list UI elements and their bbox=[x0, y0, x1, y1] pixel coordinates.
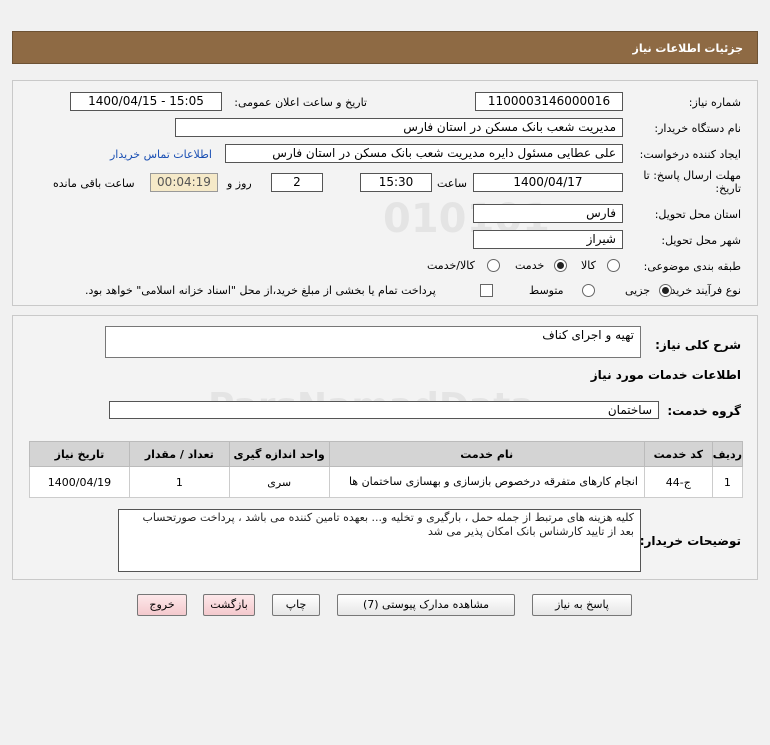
buyer-org-field: مدیریت شعب بانک مسکن در استان فارس bbox=[175, 118, 623, 137]
time-remaining-label: ساعت باقی مانده bbox=[53, 177, 135, 190]
reply-button[interactable]: پاسخ به نیاز bbox=[532, 594, 632, 616]
category-radio-goods[interactable] bbox=[607, 259, 620, 272]
cell-unit: سری bbox=[228, 466, 330, 498]
cell-code: ج-44 bbox=[643, 466, 713, 498]
deadline-label: مهلت ارسال پاسخ: تا bbox=[643, 169, 741, 182]
col-date-header: تاریخ نیاز bbox=[29, 441, 130, 467]
back-button[interactable]: بازگشت bbox=[203, 594, 255, 616]
deadline-time-label: ساعت bbox=[437, 177, 467, 190]
process-radio-minor[interactable] bbox=[659, 284, 672, 297]
treasury-payment-checkbox[interactable] bbox=[480, 284, 493, 297]
process-radio-medium[interactable] bbox=[582, 284, 595, 297]
category-option-goods-service: کالا/خدمت bbox=[427, 259, 475, 272]
view-attachments-button[interactable]: مشاهده مدارک پیوستی (7) bbox=[337, 594, 515, 616]
process-type-label: نوع فرآیند خرید : bbox=[663, 284, 741, 297]
service-group-field: ساختمان bbox=[109, 401, 659, 419]
days-remaining-field: 2 bbox=[271, 173, 323, 192]
category-option-service: خدمت bbox=[515, 259, 545, 272]
need-number-label: شماره نیاز: bbox=[688, 96, 741, 109]
buyer-org-label: نام دستگاه خریدار: bbox=[654, 122, 741, 135]
deadline-label-date: تاریخ: bbox=[715, 182, 741, 195]
col-code-header: کد خدمت bbox=[643, 441, 713, 467]
category-radio-service[interactable] bbox=[554, 259, 567, 272]
cell-date: 1400/04/19 bbox=[29, 466, 130, 498]
city-field: شیراز bbox=[473, 230, 623, 249]
province-label: استان محل تحویل: bbox=[654, 208, 741, 221]
process-option-medium: متوسط bbox=[529, 284, 564, 297]
process-option-minor: جزیی bbox=[625, 284, 651, 297]
requester-field: علی عطایی مسئول دایره مدیریت شعب بانک مس… bbox=[225, 144, 623, 163]
table-header-row: ردیف کد خدمت نام خدمت واحد اندازه گیری ت… bbox=[29, 441, 744, 467]
need-info-panel: 010101 شماره نیاز: 1100003146000016 تاری… bbox=[12, 80, 758, 306]
requester-label: ایجاد کننده درخواست: bbox=[639, 148, 741, 161]
summary-field: تهیه و اجرای کناف bbox=[105, 326, 641, 358]
need-number-field: 1100003146000016 bbox=[475, 92, 623, 111]
service-group-label: گروه خدمت: bbox=[667, 404, 741, 418]
page-title: جزئیات اطلاعات نیاز bbox=[12, 31, 758, 64]
cell-name: انجام کارهای متفرقه درخصوص بازسازی و بهس… bbox=[328, 466, 645, 498]
need-details-panel: ParsNamadData شرح کلی نیاز: تهیه و اجرای… bbox=[12, 315, 758, 580]
deadline-time-field: 15:30 bbox=[360, 173, 432, 192]
table-row: 1 ج-44 انجام کارهای متفرقه درخصوص بازساز… bbox=[29, 466, 744, 498]
time-remaining-field: 00:04:19 bbox=[150, 173, 218, 192]
exit-button[interactable]: خروج bbox=[137, 594, 187, 616]
cell-qty: 1 bbox=[128, 466, 230, 498]
summary-label: شرح کلی نیاز: bbox=[655, 338, 741, 352]
col-qty-header: تعداد / مقدار bbox=[128, 441, 230, 467]
treasury-payment-label: پرداخت تمام یا بخشی از مبلغ خرید،از محل … bbox=[85, 284, 436, 297]
category-option-goods: کالا bbox=[581, 259, 596, 272]
category-label: طبقه بندی موضوعی: bbox=[643, 260, 741, 273]
col-row-header: ردیف bbox=[711, 441, 744, 467]
cell-row: 1 bbox=[711, 466, 744, 498]
province-field: فارس bbox=[473, 204, 623, 223]
days-label: روز و bbox=[227, 177, 252, 190]
col-name-header: نام خدمت bbox=[328, 441, 645, 467]
deadline-date-field: 1400/04/17 bbox=[473, 173, 623, 192]
services-section-title: اطلاعات خدمات مورد نیاز bbox=[590, 368, 741, 382]
buyer-notes-label: توضیحات خریدار: bbox=[639, 534, 741, 548]
buyer-contact-link[interactable]: اطلاعات تماس خریدار bbox=[110, 148, 212, 161]
buyer-notes-field: کلیه هزینه های مرتبط از جمله حمل ، بارگی… bbox=[118, 509, 641, 572]
col-unit-header: واحد اندازه گیری bbox=[228, 441, 330, 467]
services-table: ردیف کد خدمت نام خدمت واحد اندازه گیری ت… bbox=[29, 441, 744, 498]
city-label: شهر محل تحویل: bbox=[661, 234, 741, 247]
category-radio-goods-service[interactable] bbox=[487, 259, 500, 272]
announce-date-label: تاریخ و ساعت اعلان عمومی: bbox=[234, 96, 367, 109]
announce-date-field: 1400/04/15 - 15:05 bbox=[70, 92, 222, 111]
print-button[interactable]: چاپ bbox=[272, 594, 320, 616]
